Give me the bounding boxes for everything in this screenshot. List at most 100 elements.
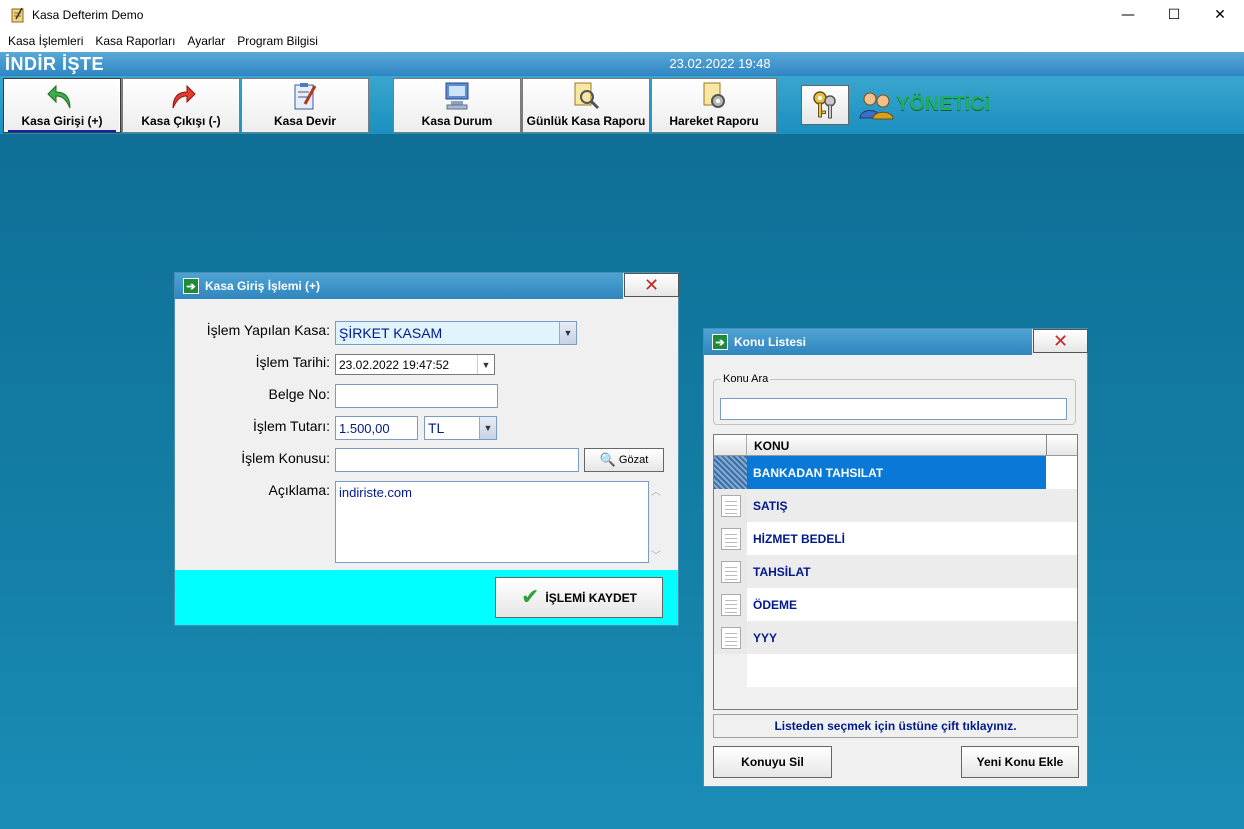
- kasa-cikisi-label: Kasa Çıkışı (-): [141, 114, 221, 128]
- column-divider: [1046, 435, 1047, 455]
- row-header[interactable]: [714, 522, 747, 555]
- konu-label: İşlem Konusu:: [241, 450, 330, 466]
- brand-label: İNDİR İŞTE: [5, 54, 105, 74]
- gozat-label: Gözat: [618, 454, 649, 466]
- kasa-girisi-label: Kasa Girişi (+): [21, 114, 103, 128]
- dialog-close-button[interactable]: ✕: [624, 273, 679, 297]
- hareket-raporu-button[interactable]: Hareket Raporu: [651, 78, 777, 133]
- gozat-button[interactable]: 🔍 Gözat: [584, 448, 664, 472]
- check-icon: ✔: [520, 585, 540, 610]
- users-icon: [859, 92, 894, 120]
- konuyu-sil-button[interactable]: Konuyu Sil: [713, 746, 832, 778]
- chevron-down-icon[interactable]: ▼: [479, 417, 496, 439]
- row-filler: [1046, 555, 1077, 588]
- document-icon: [720, 527, 741, 550]
- aciklama-value: indiriste.com: [339, 485, 412, 500]
- menu-bar: Kasa İşlemleri Kasa Raporları Ayarlar Pr…: [0, 30, 1244, 52]
- close-window-button[interactable]: ✕: [1197, 0, 1243, 30]
- grid-header: KONU: [714, 435, 1077, 456]
- list-item[interactable]: BANKADAN TAHSILAT: [714, 456, 1077, 489]
- dialog-close-button[interactable]: ✕: [1033, 329, 1088, 353]
- empty-cell: [747, 654, 1046, 687]
- maximize-button[interactable]: ☐: [1151, 0, 1197, 30]
- currency-select[interactable]: TL ▼: [424, 416, 497, 440]
- menu-program-bilgisi[interactable]: Program Bilgisi: [231, 34, 324, 48]
- calendar-dropdown-icon[interactable]: ▼: [477, 355, 494, 374]
- row-label: BANKADAN TAHSILAT: [747, 456, 1046, 489]
- row-filler: [1046, 654, 1077, 687]
- column-header-konu[interactable]: KONU: [754, 439, 789, 453]
- dialog-titlebar[interactable]: ➔ Kasa Giriş İşlemi (+): [175, 273, 623, 299]
- kasa-devir-label: Kasa Devir: [273, 114, 337, 128]
- row-header: [714, 654, 747, 687]
- user-role-label: YÖNETiCi: [896, 93, 991, 115]
- minimize-button[interactable]: —: [1105, 0, 1151, 30]
- konu-search-input[interactable]: [720, 398, 1067, 420]
- list-item[interactable]: TAHSİLAT: [714, 555, 1077, 588]
- scroll-up-icon[interactable]: ︿: [651, 483, 661, 498]
- aciklama-textarea[interactable]: indiriste.com: [335, 481, 649, 563]
- kasa-label: İşlem Yapılan Kasa:: [206, 322, 330, 338]
- magnifier-icon: 🔍: [599, 452, 616, 468]
- row-filler: [1046, 621, 1077, 654]
- row-header[interactable]: [714, 489, 747, 522]
- gunluk-kasa-raporu-button[interactable]: Günlük Kasa Raporu: [522, 78, 650, 133]
- menu-kasa-islemleri[interactable]: Kasa İşlemleri: [2, 34, 89, 48]
- list-item[interactable]: SATIŞ: [714, 489, 1077, 522]
- row-label: HİZMET BEDELİ: [747, 522, 1046, 555]
- close-x-icon: ✕: [643, 274, 660, 296]
- list-item[interactable]: HİZMET BEDELİ: [714, 522, 1077, 555]
- kasa-select[interactable]: ŞİRKET KASAM ▼: [335, 321, 577, 345]
- tarih-picker[interactable]: 23.02.2022 19:47:52 ▼: [335, 354, 495, 375]
- list-hint: Listeden seçmek için üstüne çift tıklayı…: [713, 714, 1078, 738]
- kasa-value: ŞİRKET KASAM: [339, 325, 443, 341]
- dialog-title: Konu Listesi: [734, 335, 807, 349]
- row-header[interactable]: [714, 456, 747, 489]
- chevron-down-icon[interactable]: ▼: [559, 322, 576, 344]
- kasa-durum-button[interactable]: Kasa Durum: [393, 78, 521, 133]
- menu-ayarlar[interactable]: Ayarlar: [181, 34, 231, 48]
- belge-label: Belge No:: [268, 386, 330, 402]
- konu-ara-group: Konu Ara: [713, 373, 1076, 425]
- row-label: YYY: [747, 621, 1046, 654]
- gunluk-kasa-raporu-label: Günlük Kasa Raporu: [526, 114, 646, 128]
- document-icon: [720, 494, 741, 517]
- belge-no-input[interactable]: [335, 384, 498, 408]
- list-item[interactable]: ÖDEME: [714, 588, 1077, 621]
- dialog-title: Kasa Giriş İşlemi (+): [205, 279, 321, 293]
- enter-arrow-icon: ➔: [183, 278, 199, 294]
- grid-corner: [714, 435, 747, 455]
- window-titlebar: Kasa Defterim Demo — ☐ ✕: [0, 0, 1244, 30]
- islemi-kaydet-label: İŞLEMİ KAYDET: [545, 590, 637, 605]
- row-label: SATIŞ: [747, 489, 1046, 522]
- keys-icon: [813, 91, 836, 119]
- kasa-cikisi-button[interactable]: Kasa Çıkışı (-): [122, 78, 240, 133]
- tarih-value: 23.02.2022 19:47:52: [339, 357, 450, 372]
- datetime-label: 23.02.2022 19:48: [669, 56, 771, 71]
- kasa-durum-label: Kasa Durum: [421, 114, 493, 128]
- row-header[interactable]: [714, 555, 747, 588]
- report-search-icon: [574, 82, 600, 110]
- menu-kasa-raporlari[interactable]: Kasa Raporları: [89, 34, 181, 48]
- kasa-girisi-button[interactable]: Kasa Girişi (+): [3, 78, 121, 133]
- tutar-input[interactable]: 1.500,00: [335, 416, 418, 440]
- row-label: TAHSİLAT: [747, 555, 1046, 588]
- kasa-devir-button[interactable]: Kasa Devir: [241, 78, 369, 133]
- scroll-down-icon[interactable]: ﹀: [651, 547, 661, 562]
- computer-icon: [445, 82, 469, 110]
- dialog-titlebar[interactable]: ➔ Konu Listesi: [704, 329, 1032, 355]
- islemi-kaydet-button[interactable]: ✔ İŞLEMİ KAYDET: [495, 577, 663, 618]
- konu-input[interactable]: [335, 448, 579, 472]
- yeni-konu-ekle-button[interactable]: Yeni Konu Ekle: [961, 746, 1079, 778]
- tutar-value: 1.500,00: [339, 420, 390, 436]
- list-item[interactable]: YYY: [714, 621, 1077, 654]
- tutar-label: İşlem Tutarı:: [252, 418, 330, 434]
- row-filler: [1046, 456, 1077, 489]
- row-filler: [1046, 489, 1077, 522]
- clipboard-pen-icon: [294, 83, 317, 110]
- close-x-icon: ✕: [1052, 330, 1069, 352]
- row-header[interactable]: [714, 621, 747, 654]
- row-header[interactable]: [714, 588, 747, 621]
- keys-button[interactable]: [801, 85, 849, 125]
- red-redo-arrow-icon: [172, 84, 196, 109]
